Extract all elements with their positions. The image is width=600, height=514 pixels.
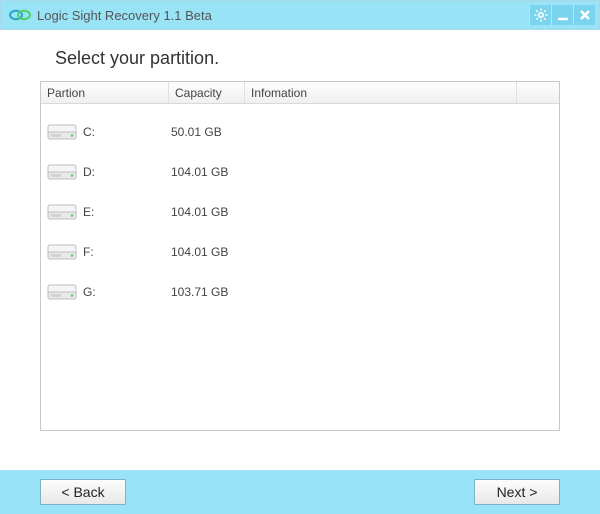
drive-icon (47, 162, 77, 182)
settings-button[interactable] (529, 5, 551, 25)
column-header-information[interactable]: Infomation (245, 82, 517, 103)
gear-icon (534, 8, 548, 22)
back-button[interactable]: < Back (40, 479, 126, 505)
table-rows: C: 50.01 GB D: 104.01 GB E: 104.01 GB F:… (41, 104, 559, 312)
page-heading: Select your partition. (0, 30, 600, 81)
drive-icon (47, 122, 77, 142)
column-header-partition[interactable]: Partion (41, 82, 169, 103)
partition-capacity: 104.01 GB (169, 245, 245, 259)
partition-capacity: 50.01 GB (169, 125, 245, 139)
content-area: Select your partition. Partion Capacity … (0, 30, 600, 470)
partition-capacity: 104.01 GB (169, 165, 245, 179)
table-row[interactable]: G: 103.71 GB (41, 272, 559, 312)
partition-label: D: (83, 165, 95, 179)
table-row[interactable]: E: 104.01 GB (41, 192, 559, 232)
partition-label: E: (83, 205, 94, 219)
partition-capacity: 103.71 GB (169, 285, 245, 299)
partition-label: C: (83, 125, 95, 139)
app-logo (9, 7, 31, 23)
column-header-tail (517, 82, 559, 103)
partition-label: F: (83, 245, 94, 259)
drive-icon (47, 242, 77, 262)
next-button[interactable]: Next > (474, 479, 560, 505)
titlebar-controls (529, 5, 595, 25)
footer: < Back Next > (0, 470, 600, 514)
minimize-button[interactable] (551, 5, 573, 25)
minimize-icon (556, 8, 570, 22)
partition-label: G: (83, 285, 96, 299)
close-icon (578, 8, 592, 22)
column-header-capacity[interactable]: Capacity (169, 82, 245, 103)
partition-capacity: 104.01 GB (169, 205, 245, 219)
drive-icon (47, 202, 77, 222)
table-row[interactable]: F: 104.01 GB (41, 232, 559, 272)
partition-table: Partion Capacity Infomation C: 50.01 GB … (40, 81, 560, 431)
table-row[interactable]: D: 104.01 GB (41, 152, 559, 192)
close-button[interactable] (573, 5, 595, 25)
app-title: Logic Sight Recovery 1.1 Beta (37, 8, 529, 23)
titlebar: Logic Sight Recovery 1.1 Beta (0, 0, 600, 30)
drive-icon (47, 282, 77, 302)
table-header: Partion Capacity Infomation (41, 82, 559, 104)
table-row[interactable]: C: 50.01 GB (41, 112, 559, 152)
